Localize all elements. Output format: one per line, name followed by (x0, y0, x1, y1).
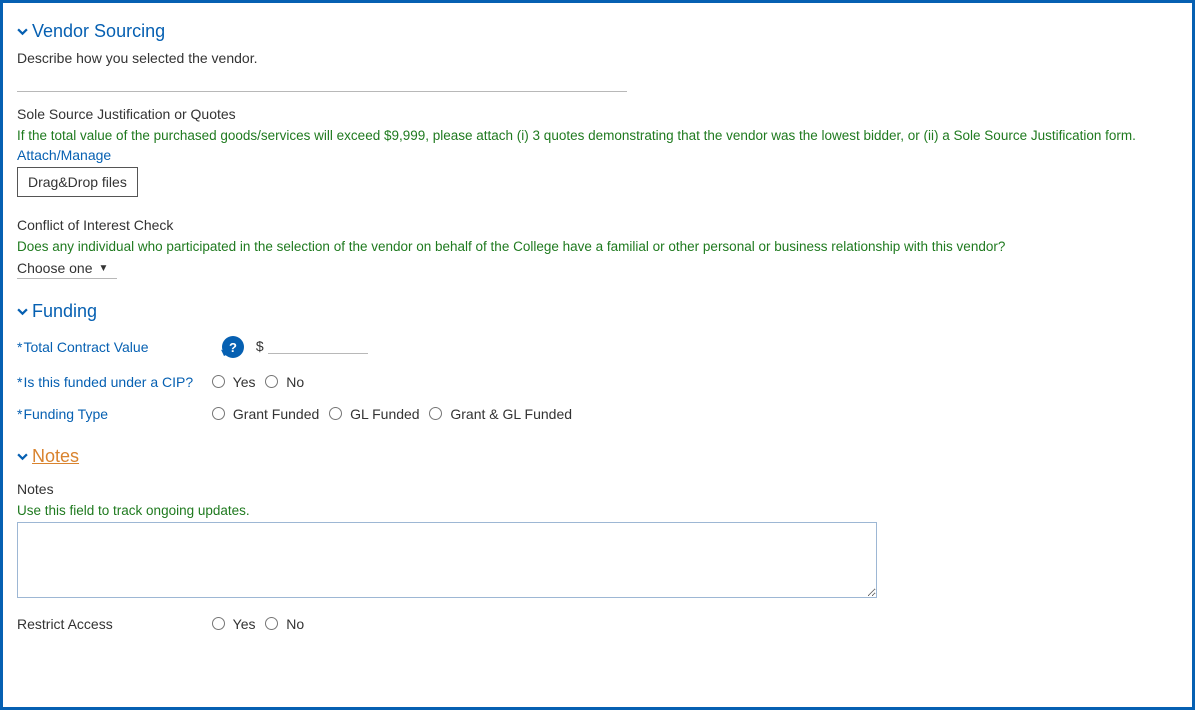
restrict-access-label: Restrict Access (17, 616, 212, 632)
describe-vendor-input[interactable] (17, 72, 627, 92)
notes-field-label: Notes (17, 481, 1178, 497)
conflict-of-interest-select[interactable]: Choose one ▼ (17, 258, 117, 279)
chevron-down-icon (17, 304, 28, 320)
chevron-down-icon (17, 449, 28, 465)
select-value: Choose one (17, 260, 93, 276)
funding-type-grant-option[interactable]: Grant Funded (212, 406, 319, 422)
section-title: Vendor Sourcing (32, 21, 165, 42)
cip-radio-group: Yes No (212, 374, 1178, 390)
form-frame: Vendor Sourcing Describe how you selecte… (0, 0, 1195, 710)
chevron-down-icon (17, 24, 28, 40)
conflict-of-interest-help: Does any individual who participated in … (17, 239, 1178, 254)
cip-label: Is this funded under a CIP? (17, 374, 212, 390)
section-title: Notes (32, 446, 79, 467)
notes-help: Use this field to track ongoing updates. (17, 503, 1178, 518)
funding-header[interactable]: Funding (17, 301, 1178, 322)
restrict-access-radio-group: Yes No (212, 616, 1178, 632)
attach-manage-link[interactable]: Attach/Manage (17, 147, 1178, 163)
total-contract-value-input[interactable] (268, 336, 368, 354)
notes-textarea[interactable] (17, 522, 877, 598)
funding-type-both-option[interactable]: Grant & GL Funded (429, 406, 572, 422)
total-contract-value-label: Total Contract Value (17, 339, 212, 355)
describe-vendor-label: Describe how you selected the vendor. (17, 50, 1178, 66)
caret-down-icon: ▼ (99, 263, 109, 274)
funding-type-radio-group: Grant Funded GL Funded Grant & GL Funded (212, 406, 1178, 422)
cip-no-option[interactable]: No (265, 374, 304, 390)
currency-symbol: $ (256, 338, 264, 354)
notes-header[interactable]: Notes (17, 446, 1178, 467)
section-title: Funding (32, 301, 97, 322)
conflict-of-interest-label: Conflict of Interest Check (17, 217, 1178, 233)
help-icon[interactable]: ? (222, 336, 244, 358)
drag-drop-files-button[interactable]: Drag&Drop files (17, 167, 138, 197)
vendor-sourcing-header[interactable]: Vendor Sourcing (17, 21, 1178, 42)
funding-type-label: Funding Type (17, 406, 212, 422)
restrict-yes-option[interactable]: Yes (212, 616, 255, 632)
sole-source-help: If the total value of the purchased good… (17, 128, 1178, 143)
sole-source-label: Sole Source Justification or Quotes (17, 106, 1178, 122)
restrict-no-option[interactable]: No (265, 616, 304, 632)
funding-type-gl-option[interactable]: GL Funded (329, 406, 419, 422)
cip-yes-option[interactable]: Yes (212, 374, 255, 390)
